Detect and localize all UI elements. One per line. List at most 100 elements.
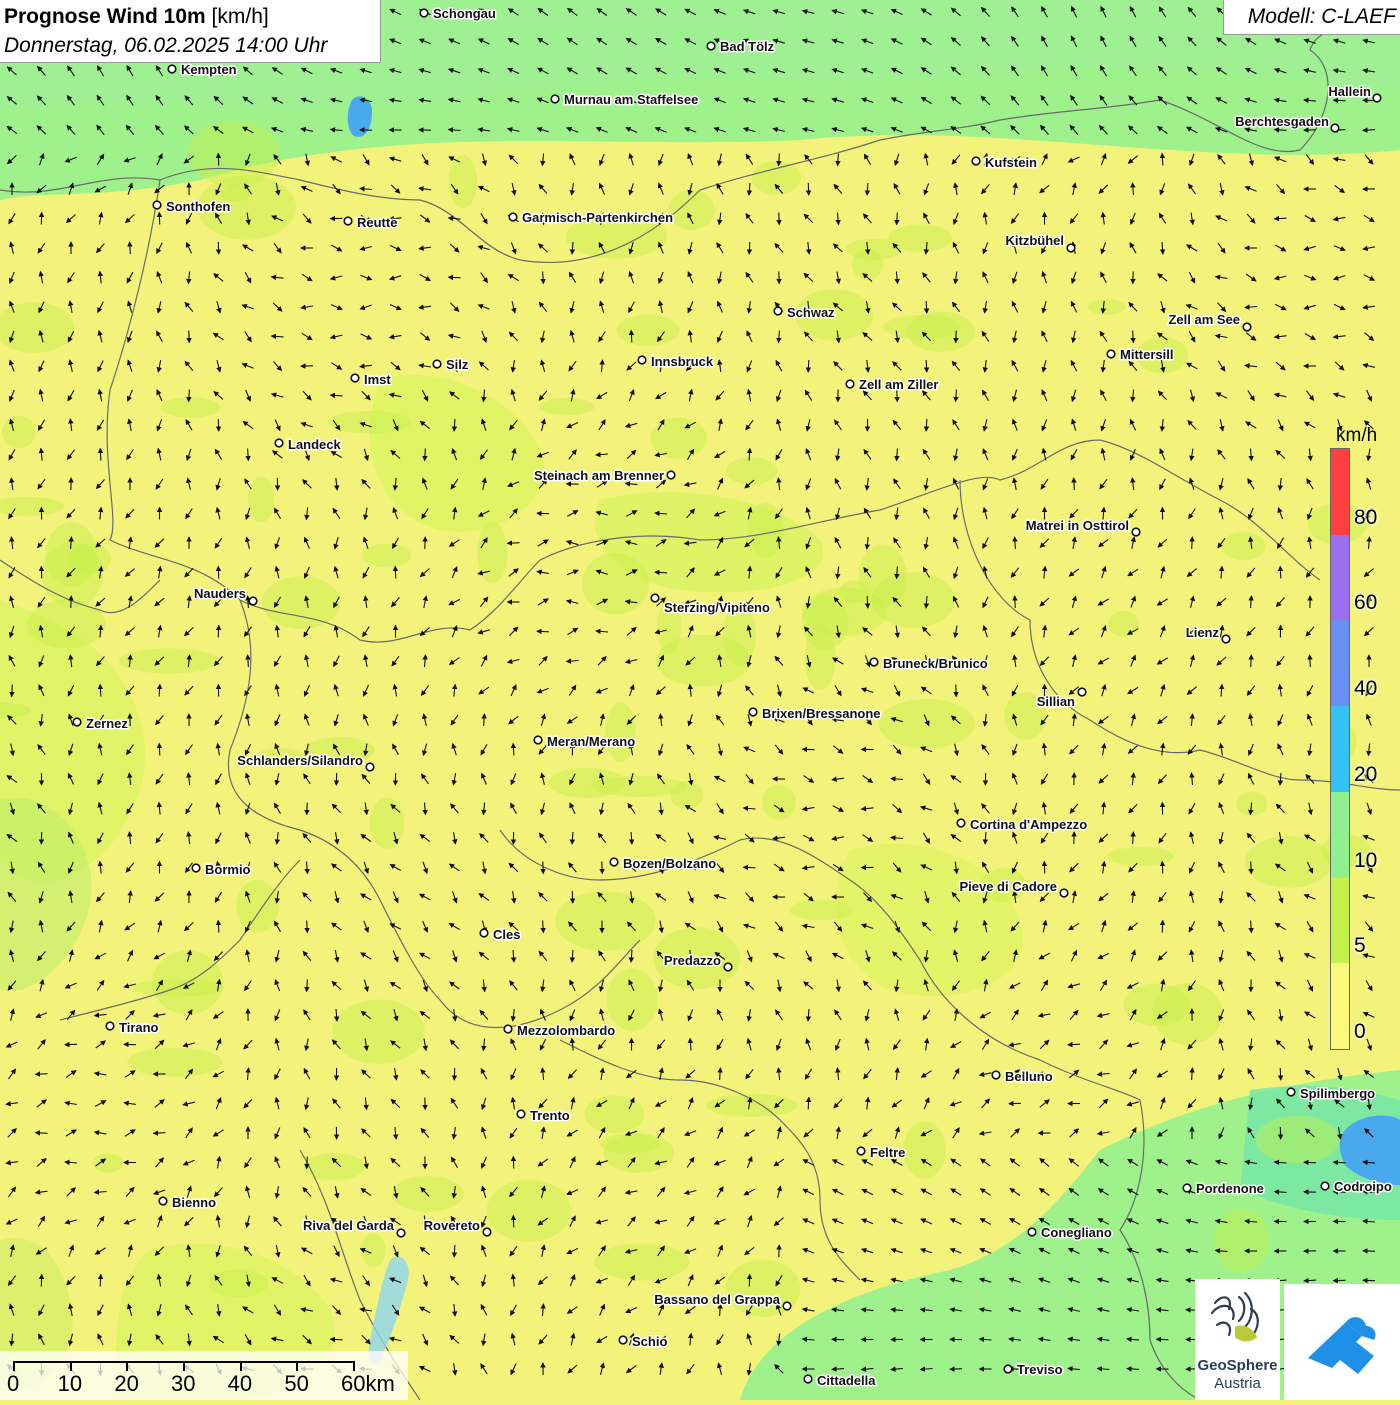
wind-arrow [602, 862, 603, 874]
geosphere-logo[interactable]: GeoSphere Austria [1195, 1279, 1280, 1400]
wind-arrow [1015, 596, 1016, 608]
wind-patch [328, 411, 411, 434]
wind-patch [392, 1176, 464, 1212]
city-dot [846, 380, 854, 388]
wind-arrow [1280, 567, 1281, 579]
wind-patch [1088, 299, 1125, 315]
wind-arrow [926, 301, 927, 313]
geosphere-emblem-icon [1195, 1279, 1280, 1357]
wind-arrow [1074, 478, 1075, 490]
title-bold: Prognose Wind 10m [4, 5, 206, 28]
legend-tick: 40 [1354, 677, 1377, 701]
scale-tick [296, 1361, 298, 1371]
legend-segment [1331, 878, 1349, 964]
wind-arrow [1334, 1162, 1346, 1163]
scale-label: 60km [341, 1371, 395, 1397]
wind-arrow [395, 567, 396, 579]
legend-tick: 60 [1354, 591, 1377, 615]
city-label: Schwaz [787, 305, 835, 320]
city-dot [1183, 1184, 1191, 1192]
wind-patch [188, 120, 279, 186]
city-37[interactable]: Mezzolombardo [504, 1023, 615, 1038]
city-label: Zell am See [1168, 312, 1240, 327]
city-label: Conegliano [1041, 1225, 1112, 1240]
city-3[interactable]: Murnau am Staffelsee [551, 92, 698, 107]
legend-segment [1331, 620, 1349, 706]
wind-patch [127, 1048, 223, 1077]
city-label: Cles [493, 927, 520, 942]
city-dot [1321, 1182, 1329, 1190]
scale-bar: 0102030405060km [0, 1351, 408, 1400]
scale-label: 10 [58, 1371, 82, 1397]
wind-arrow [1133, 331, 1134, 343]
city-label: Feltre [870, 1145, 905, 1160]
wind-patch [789, 900, 852, 921]
city-dot [707, 42, 715, 50]
city-dot [275, 439, 283, 447]
city-19[interactable]: Steinach am Brenner [534, 468, 675, 483]
wind-patch [607, 968, 658, 1031]
wind-arrow [1275, 218, 1287, 219]
city-42[interactable]: Pordenone [1183, 1181, 1264, 1196]
scale-label: 40 [228, 1371, 252, 1397]
wind-patch [852, 249, 883, 280]
city-30[interactable]: Cortina d'Ampezzo [957, 817, 1087, 832]
wind-arrow [1044, 862, 1045, 874]
city-dot [804, 1375, 812, 1383]
wind-arrow [1251, 862, 1252, 874]
wind-patch [1256, 1116, 1340, 1164]
city-label: Mittersill [1120, 347, 1173, 362]
city-dot [551, 95, 559, 103]
scale-label: 50 [284, 1371, 308, 1397]
wind-patch [656, 635, 751, 687]
legend-tick: 10 [1354, 849, 1377, 873]
wind-arrow [537, 631, 549, 632]
city-28[interactable]: Meran/Merano [534, 734, 635, 749]
city-47[interactable]: Conegliano [1028, 1225, 1112, 1240]
city-label: Brixen/Bressanone [762, 706, 881, 721]
city-24[interactable]: Bruneck/Brunico [870, 656, 988, 671]
wind-patch [1153, 983, 1223, 1045]
wind-map[interactable]: SchongauBad TölzKemptenMurnau am Staffel… [0, 0, 1400, 1400]
city-dot [1028, 1228, 1036, 1236]
city-9[interactable]: Garmisch-Partenkirchen [509, 210, 673, 225]
scale-tick [240, 1361, 242, 1371]
wind-patch [584, 1095, 644, 1133]
partner-logo[interactable] [1284, 1284, 1400, 1400]
wind-arrow [926, 419, 927, 431]
city-dot [1067, 244, 1075, 252]
city-26[interactable]: Brixen/Bressanone [749, 706, 880, 721]
city-39[interactable]: Spilimbergo [1287, 1086, 1375, 1101]
scale-label: 30 [171, 1371, 195, 1397]
city-label: Riva del Garda [303, 1218, 395, 1233]
city-dot [1107, 350, 1115, 358]
city-dot [972, 157, 980, 165]
wind-patch [594, 1244, 689, 1281]
city-dot [351, 374, 359, 382]
city-label: Bozen/Bolzano [623, 856, 716, 871]
city-dot [857, 1147, 865, 1155]
wind-patch [651, 418, 707, 459]
wind-patch [27, 600, 105, 648]
city-dot [774, 307, 782, 315]
wind-arrow [159, 744, 160, 756]
scale-tick [183, 1361, 185, 1371]
city-label: Innsbruck [651, 354, 714, 369]
city-17[interactable]: Zell am Ziller [846, 377, 938, 392]
wind-patch [1107, 847, 1174, 866]
legend-color-bar [1330, 448, 1350, 1050]
city-dot [1331, 124, 1339, 132]
wind-patch [1245, 836, 1332, 887]
wind-patch [859, 545, 907, 608]
title-unit: [km/h] [212, 5, 269, 28]
city-dot [1287, 1088, 1295, 1096]
city-dot [168, 65, 176, 73]
city-31[interactable]: Bozen/Bolzano [610, 856, 716, 871]
wind-arrow [808, 360, 809, 372]
legend-tick: 0 [1354, 1020, 1366, 1044]
city-dot [106, 1022, 114, 1030]
wind-patch [752, 161, 802, 195]
city-label: Matrei in Osttirol [1026, 518, 1129, 533]
scale-tick [353, 1361, 355, 1371]
city-label: Lienz [1186, 625, 1220, 640]
